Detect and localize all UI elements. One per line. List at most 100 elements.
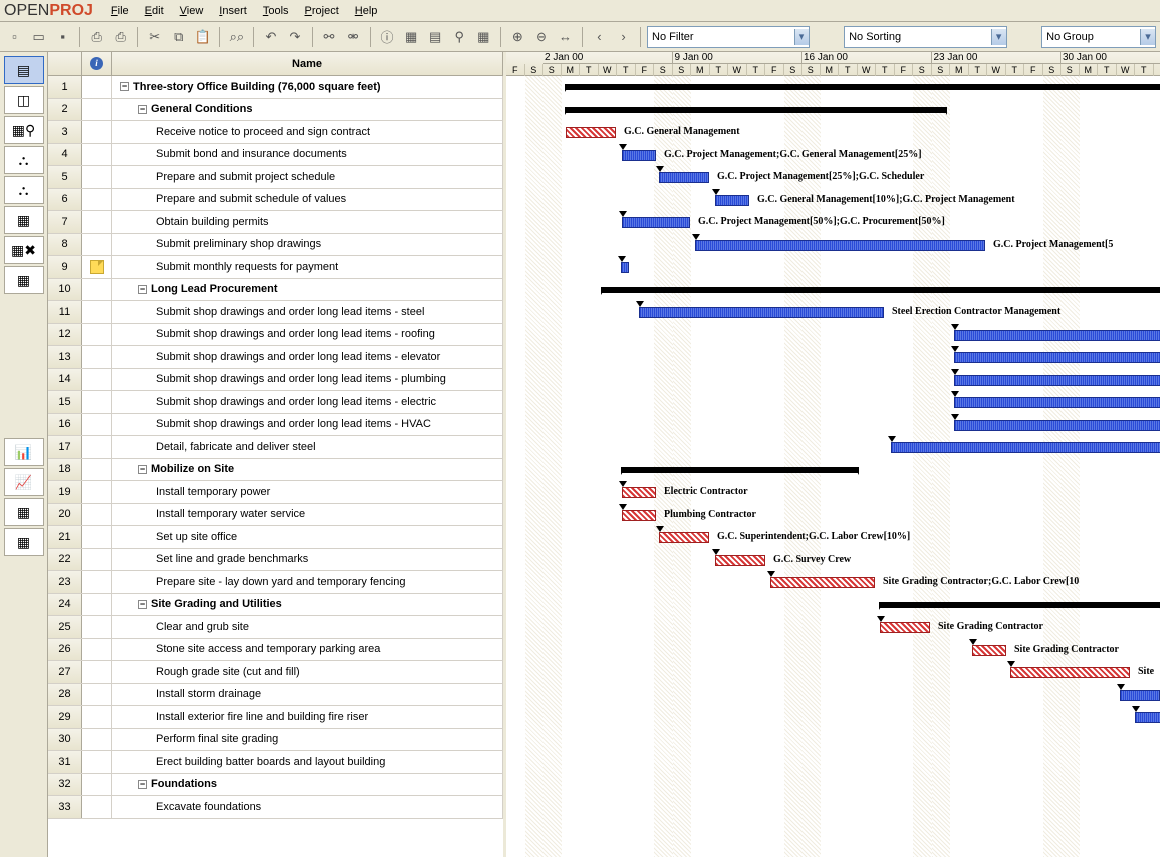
task-name-cell[interactable]: −Long Lead Procurement [112,279,503,301]
task-name-cell[interactable]: Detail, fabricate and deliver steel [112,436,503,458]
task-name-cell[interactable]: −Three-story Office Building (76,000 squ… [112,76,503,98]
row-number[interactable]: 19 [48,481,82,503]
save-icon[interactable]: ▪ [52,26,73,48]
table-row[interactable]: 8Submit preliminary shop drawings [48,234,503,257]
row-number[interactable]: 14 [48,369,82,391]
task-name-cell[interactable]: Prepare and submit project schedule [112,166,503,188]
task-name-cell[interactable]: Prepare and submit schedule of values [112,189,503,211]
table-row[interactable]: 23Prepare site - lay down yard and tempo… [48,571,503,594]
task-name-cell[interactable]: Erect building batter boards and layout … [112,751,503,773]
task-name-cell[interactable]: Prepare site - lay down yard and tempora… [112,571,503,593]
usage-view-icon[interactable]: ▦✖ [4,236,44,264]
table-row[interactable]: 24−Site Grading and Utilities [48,594,503,617]
report-view-icon[interactable]: ▦ [4,206,44,234]
task-bar[interactable] [715,555,765,566]
task-name-cell[interactable]: Perform final site grading [112,729,503,751]
task-name-cell[interactable]: Rough grade site (cut and fill) [112,661,503,683]
collapse-icon[interactable]: − [138,780,147,789]
grid-header-number[interactable] [48,52,82,75]
task-bar[interactable] [695,240,985,251]
row-number[interactable]: 27 [48,661,82,683]
task-bar[interactable] [622,487,656,498]
row-number[interactable]: 8 [48,234,82,256]
task-bar[interactable] [622,217,690,228]
task-bar[interactable] [880,622,930,633]
table-row[interactable]: 16Submit shop drawings and order long le… [48,414,503,437]
table-row[interactable]: 11Submit shop drawings and order long le… [48,301,503,324]
table-row[interactable]: 18−Mobilize on Site [48,459,503,482]
resources-view-icon[interactable]: ▦⚲ [4,116,44,144]
info-icon[interactable]: ⓘ [377,26,398,48]
table-row[interactable]: 25 Clear and grub site [48,616,503,639]
table-row[interactable]: 31Erect building batter boards and layou… [48,751,503,774]
row-number[interactable]: 13 [48,346,82,368]
prev-icon[interactable]: ‹ [589,26,610,48]
row-number[interactable]: 3 [48,121,82,143]
row-number[interactable]: 30 [48,729,82,751]
collapse-icon[interactable]: − [138,600,147,609]
menu-insert[interactable]: Insert [211,2,255,20]
calendar-icon[interactable]: ▦ [401,26,422,48]
table-row[interactable]: 3 Receive notice to proceed and sign cont… [48,121,503,144]
group-dropdown[interactable]: No Group▾ [1041,26,1156,48]
task-name-cell[interactable]: Install temporary power [112,481,503,503]
table-row[interactable]: 10 −Long Lead Procurement [48,279,503,302]
resource-icon[interactable]: ⚲ [449,26,470,48]
table-row[interactable]: 6 Prepare and submit schedule of values [48,189,503,212]
zoom-in-icon[interactable]: ⊕ [507,26,528,48]
table-row[interactable]: 17Detail, fabricate and deliver steel [48,436,503,459]
gantt-view-icon[interactable]: ▤ [4,56,44,84]
cut-icon[interactable]: ✂ [144,26,165,48]
row-number[interactable]: 25 [48,616,82,638]
menu-view[interactable]: View [172,2,212,20]
table-row[interactable]: 26 Stone site access and temporary parkin… [48,639,503,662]
task-name-cell[interactable]: Set up site office [112,526,503,548]
network-view-icon[interactable]: ◫ [4,86,44,114]
table-row[interactable]: 15Submit shop drawings and order long le… [48,391,503,414]
task-name-cell[interactable]: −Mobilize on Site [112,459,503,481]
summary-bar[interactable] [602,287,1160,293]
summary-bar[interactable] [566,107,946,113]
table-row[interactable]: 14 Submit shop drawings and order long le… [48,369,503,392]
task-name-cell[interactable]: Submit shop drawings and order long lead… [112,324,503,346]
row-number[interactable]: 12 [48,324,82,346]
task-name-cell[interactable]: Stone site access and temporary parking … [112,639,503,661]
task-name-cell[interactable]: Submit monthly requests for payment [112,256,503,278]
wbs-view-icon[interactable]: ⛬ [4,146,44,174]
row-number[interactable]: 9 [48,256,82,278]
table-row[interactable]: 9 Submit monthly requests for payment [48,256,503,279]
table-row[interactable]: 32−Foundations [48,774,503,797]
summary-bar[interactable] [622,467,858,473]
row-number[interactable]: 6 [48,189,82,211]
task-name-cell[interactable]: Install exterior fire line and building … [112,706,503,728]
table-row[interactable]: 13 Submit shop drawings and order long le… [48,346,503,369]
task-name-cell[interactable]: Submit shop drawings and order long lead… [112,346,503,368]
row-number[interactable]: 1 [48,76,82,98]
zoom-out-icon[interactable]: ⊖ [531,26,552,48]
task-bar[interactable] [639,307,884,318]
row-number[interactable]: 26 [48,639,82,661]
task-name-cell[interactable]: Receive notice to proceed and sign contr… [112,121,503,143]
row-number[interactable]: 10 [48,279,82,301]
task-bar[interactable] [715,195,749,206]
task-name-cell[interactable]: Submit shop drawings and order long lead… [112,369,503,391]
print-preview-icon[interactable]: ⎙ [110,26,131,48]
task-bar[interactable] [954,375,1160,386]
task-name-cell[interactable]: Submit bond and insurance documents [112,144,503,166]
task-name-cell[interactable]: Submit shop drawings and order long lead… [112,301,503,323]
task-name-cell[interactable]: Excavate foundations [112,796,503,818]
table-icon[interactable]: ▦ [4,498,44,526]
row-number[interactable]: 33 [48,796,82,818]
task-bar[interactable] [891,442,1160,453]
task-name-cell[interactable]: Submit shop drawings and order long lead… [112,391,503,413]
table-row[interactable]: 19 Install temporary power [48,481,503,504]
row-number[interactable]: 29 [48,706,82,728]
task-bar[interactable] [622,150,656,161]
task-name-cell[interactable]: Clear and grub site [112,616,503,638]
print-icon[interactable]: ⎙ [86,26,107,48]
task-bar[interactable] [954,352,1160,363]
grid-header-name[interactable]: Name [112,52,503,75]
zoom-fit-icon[interactable]: ↔ [555,26,576,48]
menu-project[interactable]: Project [297,2,347,20]
task-bar[interactable] [1120,690,1160,701]
